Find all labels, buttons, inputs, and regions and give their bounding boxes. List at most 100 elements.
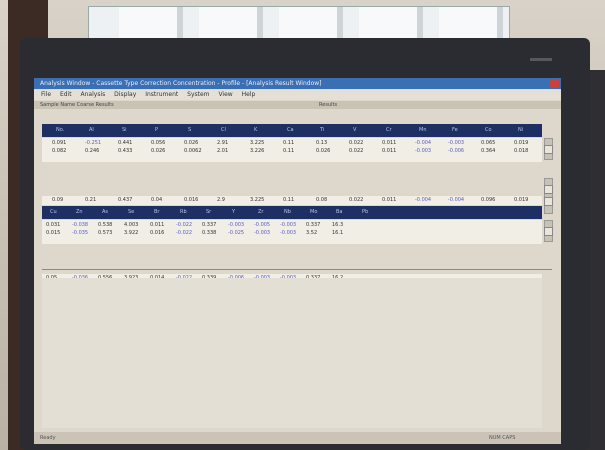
column-header[interactable]: No.: [56, 124, 64, 137]
table-cell: 3.225: [250, 140, 265, 146]
menu-item[interactable]: Help: [242, 91, 256, 98]
table-cell: 0.022: [349, 140, 364, 146]
table-cell: 0.0062: [184, 148, 202, 154]
column-header[interactable]: K: [254, 124, 257, 137]
column-header[interactable]: Al: [89, 124, 94, 137]
menu-item[interactable]: Edit: [60, 91, 72, 98]
scroll-arrow-icon[interactable]: [544, 145, 553, 154]
column-header[interactable]: Sr: [206, 206, 211, 219]
column-header[interactable]: Pb: [362, 206, 368, 219]
table-cell: -0.004: [415, 140, 432, 146]
table1-scrollbar[interactable]: [544, 138, 553, 160]
table-cell: 0.018: [514, 148, 529, 154]
table-row[interactable]: 0.082 0.246 0.433 0.026 0.0062 2.01 3.226 0.11 0…: [42, 148, 542, 155]
results-label: Results: [319, 102, 338, 108]
table-row[interactable]: 0.091 -0.251 0.441 0.056 0.026 2.91 3.225 0.11 0…: [42, 140, 542, 147]
scroll-arrow-icon[interactable]: [544, 227, 553, 236]
table2-scrollbar[interactable]: [544, 220, 553, 242]
column-header[interactable]: Y: [232, 206, 235, 219]
summary-cell: -0.004: [415, 197, 432, 203]
column-header[interactable]: Rb: [180, 206, 187, 219]
table-cell: 0.573: [98, 230, 113, 236]
summary-cell: 0.011: [382, 197, 397, 203]
column-header[interactable]: Br: [154, 206, 160, 219]
scroll-arrow-icon[interactable]: [544, 185, 553, 194]
monitor-logo: [530, 56, 554, 67]
table-cell: 0.338: [202, 230, 217, 236]
summary-cell: 0.019: [514, 197, 529, 203]
column-header[interactable]: Zn: [76, 206, 83, 219]
table-cell: 0.065: [481, 140, 496, 146]
column-header[interactable]: S: [188, 124, 191, 137]
table-cell: -0.003: [254, 230, 271, 236]
table-cell: 0.031: [46, 222, 61, 228]
table-cell: 16.3: [332, 222, 344, 228]
column-header[interactable]: Nb: [284, 206, 291, 219]
menu-item[interactable]: Display: [114, 91, 136, 98]
table1-summary: 0.09 0.21 0.437 0.04 0.016 2.9 3.225 0.11 0.08 0.…: [42, 196, 542, 205]
column-header[interactable]: Mn: [419, 124, 426, 137]
table-cell: 0.364: [481, 148, 496, 154]
table-cell: 0.011: [150, 222, 165, 228]
column-header[interactable]: Mo: [310, 206, 317, 219]
column-header[interactable]: Si: [122, 124, 127, 137]
summary-cell: 0.08: [316, 197, 328, 203]
menu-item[interactable]: View: [218, 91, 232, 98]
column-header[interactable]: Ca: [287, 124, 294, 137]
table-cell: -0.005: [254, 222, 271, 228]
column-header[interactable]: Co: [485, 124, 492, 137]
column-header[interactable]: Cu: [50, 206, 57, 219]
table-cell: 3.52: [306, 230, 318, 236]
table-row[interactable]: 0.031 -0.038 0.538 4.003 0.011 -0.022 0.337 -0.…: [42, 222, 542, 229]
window-title: Analysis Window - Cassette Type Correcti…: [34, 78, 561, 89]
menu-item[interactable]: Instrument: [145, 91, 178, 98]
table-cell: 3.922: [124, 230, 139, 236]
column-header[interactable]: Cl: [221, 124, 226, 137]
table-cell: 0.022: [349, 148, 364, 154]
table-cell: 0.082: [52, 148, 67, 154]
table-cell: 0.026: [184, 140, 199, 146]
summary-cell: 2.9: [217, 197, 225, 203]
table-cell: 0.13: [316, 140, 328, 146]
table-cell: 4.003: [124, 222, 139, 228]
scroll-arrow-icon[interactable]: [544, 197, 553, 206]
close-icon[interactable]: [550, 79, 559, 88]
summary-scrollbar[interactable]: [544, 178, 553, 214]
table-cell: -0.038: [72, 222, 89, 228]
table-cell: 0.246: [85, 148, 100, 154]
menu-item[interactable]: File: [41, 91, 51, 98]
table-cell: 0.056: [151, 140, 166, 146]
summary-cell: 0.096: [481, 197, 496, 203]
table-cell: -0.022: [176, 230, 193, 236]
table-cell: 0.019: [514, 140, 529, 146]
menu-item[interactable]: System: [187, 91, 209, 98]
summary-cell: 0.022: [349, 197, 364, 203]
table-cell: 0.337: [202, 222, 217, 228]
table-cell: 3.226: [250, 148, 265, 154]
column-header[interactable]: Fe: [452, 124, 458, 137]
table-cell: 2.01: [217, 148, 229, 154]
table-cell: 0.441: [118, 140, 133, 146]
column-header[interactable]: Se: [128, 206, 134, 219]
summary-cell: -0.004: [448, 197, 465, 203]
table-cell: -0.022: [176, 222, 193, 228]
table-row[interactable]: 0.015 -0.035 0.573 3.922 0.016 -0.022 0.338 -0.…: [42, 230, 542, 237]
column-header[interactable]: V: [353, 124, 356, 137]
divider: [42, 269, 552, 270]
column-header[interactable]: Ba: [336, 206, 343, 219]
empty-results-area: [42, 278, 542, 428]
menu-bar: File Edit Analysis Display Instrument Sy…: [34, 90, 561, 100]
menu-item[interactable]: Analysis: [81, 91, 106, 98]
table-cell: -0.003: [415, 148, 432, 154]
table1-body: 0.091 -0.251 0.441 0.056 0.026 2.91 3.225 0.11 0…: [42, 138, 542, 162]
table-cell: 0.11: [283, 140, 295, 146]
column-header[interactable]: Ti: [320, 124, 324, 137]
column-header[interactable]: Zr: [258, 206, 263, 219]
column-header[interactable]: Cr: [386, 124, 392, 137]
column-header[interactable]: Ni: [518, 124, 523, 137]
column-header[interactable]: P: [155, 124, 158, 137]
column-header[interactable]: As: [102, 206, 108, 219]
summary-cell: 0.09: [52, 197, 64, 203]
summary-row: 0.09 0.21 0.437 0.04 0.016 2.9 3.225 0.11 0.08 0.…: [42, 197, 542, 204]
analysis-window: Analysis Window - Cassette Type Correcti…: [34, 78, 561, 444]
